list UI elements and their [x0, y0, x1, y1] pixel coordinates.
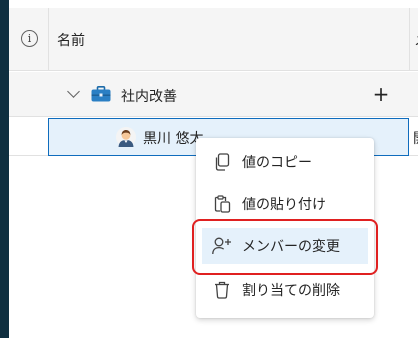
menu-item-label: 値の貼り付け	[242, 197, 326, 213]
group-label: 社内改善	[121, 89, 177, 105]
menu-item-delete-assignment[interactable]: 割り当ての削除	[202, 272, 368, 308]
column-divider[interactable]	[409, 8, 410, 71]
menu-item-paste-value[interactable]: 値の貼り付け	[202, 186, 368, 222]
avatar	[116, 127, 136, 147]
menu-item-label: 割り当ての削除	[242, 283, 340, 299]
menu-item-copy-value[interactable]: 値のコピー	[202, 144, 368, 180]
column-divider[interactable]	[48, 8, 49, 71]
info-icon[interactable]: i	[21, 30, 38, 47]
person-add-icon	[212, 236, 232, 256]
menu-item-change-member[interactable]: メンバーの変更	[202, 228, 368, 264]
menu-item-label: 値のコピー	[242, 155, 312, 171]
paste-icon	[212, 194, 232, 214]
delete-icon	[212, 280, 232, 300]
person-name: 黒川 悠太	[143, 131, 204, 147]
column-header-name[interactable]: 名前	[57, 30, 85, 50]
column-header-next[interactable]: メ	[414, 30, 418, 50]
briefcase-icon	[91, 86, 111, 102]
copy-icon	[212, 152, 232, 172]
context-menu: 値のコピー 値の貼り付け メンバーの変更 割り当ての削除	[196, 138, 374, 318]
menu-item-label: メンバーの変更	[242, 239, 340, 255]
add-button[interactable]: +	[371, 83, 391, 105]
next-column-cell[interactable]: 開	[413, 128, 418, 148]
left-rail	[0, 0, 9, 338]
